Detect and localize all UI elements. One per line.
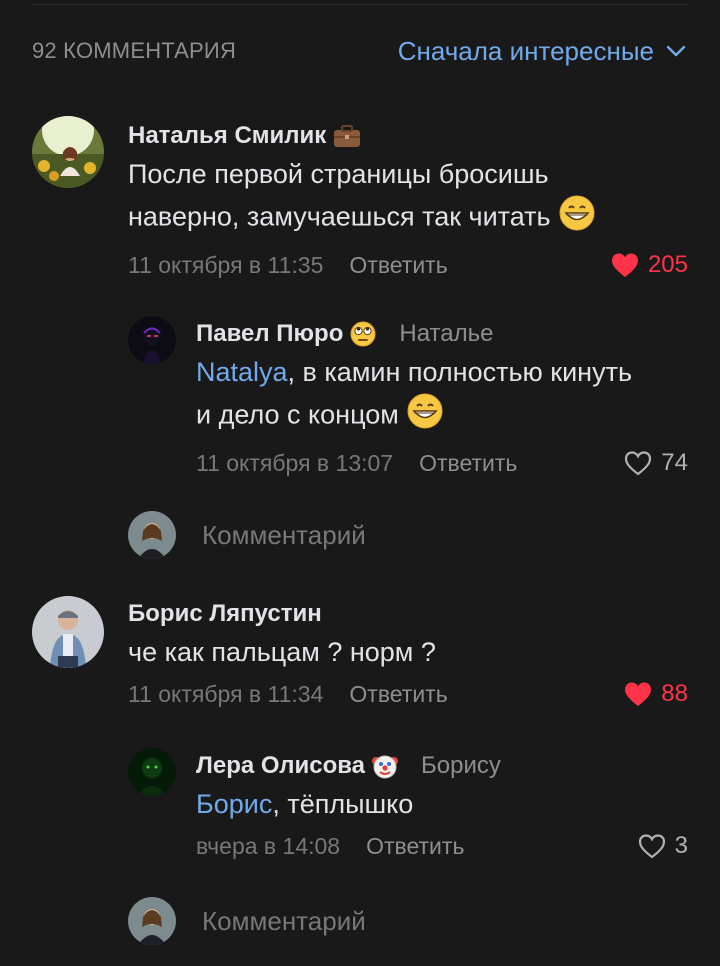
avatar[interactable] [128, 748, 176, 796]
like-count: 3 [674, 832, 688, 859]
comment-placeholder: Комментарий [202, 905, 366, 936]
reply-button[interactable]: Ответить [366, 833, 464, 860]
comment-text-line: наверно, замучаешься так читать [128, 201, 551, 232]
comment-text-line: , в камин полностью кинуть [287, 357, 633, 387]
reply-button[interactable]: Ответить [419, 450, 517, 477]
reply-to-name[interactable]: Борису [421, 752, 501, 780]
avatar[interactable] [32, 596, 104, 668]
author-name[interactable]: Павел Пюро [196, 320, 343, 348]
like-button[interactable]: 3 [637, 830, 688, 862]
comment-placeholder: Комментарий [202, 519, 366, 550]
comment-text-line: , тёплышко [272, 789, 414, 819]
comment-text: че как пальцам ? норм ? [128, 637, 436, 667]
comment-input[interactable]: Комментарий [128, 511, 688, 559]
author-name[interactable]: Борис Ляпустин [128, 600, 322, 628]
comment-text: Борис, тёплышко [196, 784, 688, 824]
like-button[interactable]: 205 [610, 249, 688, 281]
briefcase-icon [332, 123, 362, 149]
like-count: 88 [661, 680, 688, 707]
like-button[interactable]: 88 [623, 678, 688, 710]
mention-link[interactable]: Борис [196, 789, 272, 819]
like-button[interactable]: 74 [623, 447, 688, 479]
comment-input[interactable]: Комментарий [128, 897, 688, 945]
sort-dropdown[interactable]: Сначала интересные [398, 36, 686, 67]
comment-date[interactable]: 11 октября в 11:35 [128, 252, 323, 279]
avatar[interactable] [128, 316, 176, 364]
comment-date[interactable]: 11 октября в 11:34 [128, 681, 323, 708]
avatar[interactable] [32, 116, 104, 188]
reply-to-name[interactable]: Наталье [399, 320, 493, 348]
rolling-eyes-emoji-icon [349, 320, 377, 348]
comment-text-line: После первой страницы бросишь [128, 159, 549, 189]
clown-emoji-icon [371, 752, 399, 780]
like-count: 205 [647, 251, 688, 278]
author-name[interactable]: Наталья Смилик [128, 122, 326, 150]
comment-text: Natalya, в камин полностью кинуть и дело… [196, 352, 688, 441]
grinning-emoji-icon [558, 194, 596, 243]
reply-button[interactable]: Ответить [349, 252, 447, 279]
comments-header: 92 КОММЕНТАРИЯ Сначала интересные [32, 34, 686, 68]
heart-icon [638, 834, 665, 859]
current-user-avatar [128, 511, 176, 559]
heart-icon [611, 253, 638, 277]
reply-button[interactable]: Ответить [349, 681, 447, 708]
comment-date[interactable]: 11 октября в 13:07 [196, 450, 393, 477]
grinning-emoji-icon [406, 392, 444, 441]
mention-link[interactable]: Natalya [196, 357, 288, 387]
current-user-avatar [128, 897, 176, 945]
heart-icon [625, 451, 652, 476]
author-name[interactable]: Лера Олисова [196, 752, 365, 780]
comments-count: 92 КОММЕНТАРИЯ [32, 38, 237, 63]
comment-text: После первой страницы бросишь наверно, з… [128, 154, 688, 243]
top-divider [32, 4, 688, 5]
comment-text-line: и дело с концом [196, 399, 399, 430]
heart-icon [625, 682, 652, 706]
sort-label: Сначала интересные [397, 35, 654, 66]
like-count: 74 [661, 449, 688, 476]
chevron-down-icon [666, 45, 686, 57]
comment-date[interactable]: вчера в 14:08 [196, 833, 340, 860]
